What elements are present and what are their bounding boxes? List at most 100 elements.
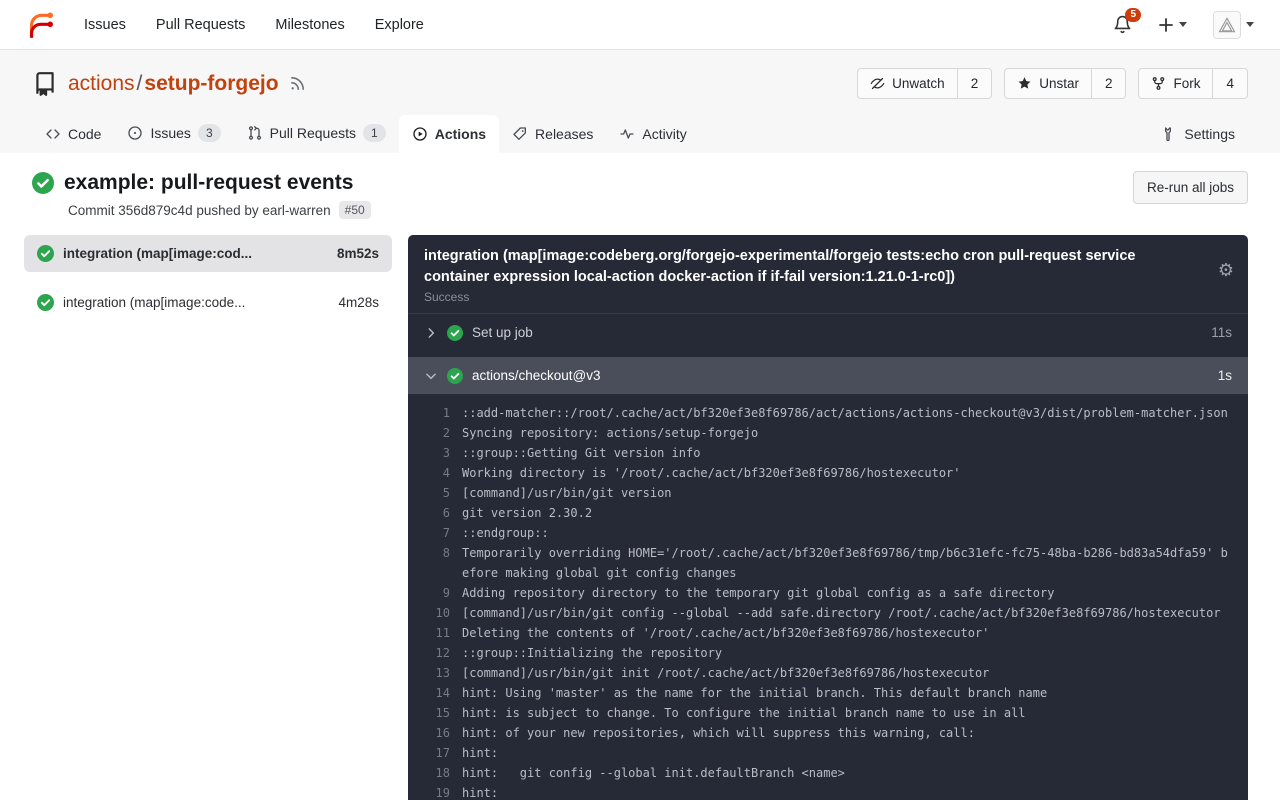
notification-count-badge: 5 bbox=[1125, 8, 1141, 22]
tab-issues[interactable]: Issues 3 bbox=[114, 113, 233, 153]
commit-text[interactable]: Commit 356d879c4d pushed by earl-warren bbox=[68, 203, 331, 218]
log-line: 3 ::group::Getting Git version info bbox=[408, 443, 1232, 463]
tab-label: Releases bbox=[535, 126, 593, 142]
log-line: 1 ::add-matcher::/root/.cache/act/bf320e… bbox=[408, 403, 1232, 423]
tab-actions[interactable]: Actions bbox=[399, 115, 499, 153]
chevron-down-icon bbox=[1179, 22, 1187, 27]
log-line-text: hint: Using 'master' as the name for the… bbox=[450, 683, 1047, 703]
run-title: example: pull-request events bbox=[64, 171, 353, 195]
log-line-text: ::group::Initializing the repository bbox=[450, 643, 722, 663]
nav-menu-item[interactable]: Pull Requests bbox=[156, 17, 245, 33]
job-item[interactable]: integration (map[image:cod... 8m52s bbox=[24, 235, 392, 272]
log-line-number: 18 bbox=[408, 763, 450, 783]
log-line-number: 15 bbox=[408, 703, 450, 723]
watch-count[interactable]: 2 bbox=[957, 69, 992, 98]
repo-icon bbox=[32, 71, 58, 97]
rss-icon[interactable] bbox=[289, 75, 306, 92]
actions-run-page: example: pull-request events Commit 356d… bbox=[0, 153, 1280, 800]
log-line: 6 git version 2.30.2 bbox=[408, 503, 1232, 523]
rerun-all-jobs-button[interactable]: Re-run all jobs bbox=[1133, 171, 1248, 204]
create-new-dropdown[interactable] bbox=[1158, 17, 1187, 33]
activity-pulse-icon bbox=[619, 126, 635, 142]
log-line-text: hint: of your new repositories, which wi… bbox=[450, 723, 975, 743]
log-line-text: Working directory is '/root/.cache/act/b… bbox=[450, 463, 961, 483]
repo-header-zone: actions/setup-forgejo Unwatch 2 bbox=[0, 50, 1280, 153]
star-label: Unstar bbox=[1039, 76, 1079, 91]
issues-count-badge: 3 bbox=[198, 124, 221, 142]
nav-menu-item[interactable]: Explore bbox=[375, 17, 424, 33]
job-item[interactable]: integration (map[image:code... 4m28s bbox=[24, 284, 392, 321]
log-line: 11 Deleting the contents of '/root/.cach… bbox=[408, 623, 1232, 643]
pull-requests-count-badge: 1 bbox=[363, 124, 386, 142]
log-line: 10 [command]/usr/bin/git config --global… bbox=[408, 603, 1232, 623]
user-menu-dropdown[interactable] bbox=[1213, 11, 1254, 39]
nav-menu-item[interactable]: Issues bbox=[84, 17, 126, 33]
tab-code[interactable]: Code bbox=[32, 115, 114, 153]
log-line-text: git version 2.30.2 bbox=[450, 503, 592, 523]
repo-action-buttons: Unwatch 2 Unstar 2 bbox=[857, 68, 1248, 99]
log-line-number: 9 bbox=[408, 583, 450, 603]
repo-name-link[interactable]: setup-forgejo bbox=[144, 72, 278, 95]
log-line-number: 17 bbox=[408, 743, 450, 763]
log-job-title: integration (map[image:codeberg.org/forg… bbox=[424, 246, 1232, 287]
watch-label: Unwatch bbox=[892, 76, 945, 91]
log-line-text: ::add-matcher::/root/.cache/act/bf320ef3… bbox=[450, 403, 1228, 423]
star-button[interactable]: Unstar 2 bbox=[1004, 68, 1126, 99]
job-name: integration (map[image:code... bbox=[63, 295, 245, 310]
job-list: integration (map[image:cod... 8m52s inte… bbox=[24, 235, 392, 321]
log-line-text: [command]/usr/bin/git init /root/.cache/… bbox=[450, 663, 989, 683]
job-name: integration (map[image:cod... bbox=[63, 246, 252, 261]
log-line: 14 hint: Using 'master' as the name for … bbox=[408, 683, 1232, 703]
log-line: 5 [command]/usr/bin/git version bbox=[408, 483, 1232, 503]
step-success-icon bbox=[447, 325, 463, 341]
log-line-number: 6 bbox=[408, 503, 450, 523]
step-row[interactable]: actions/checkout@v3 1s bbox=[408, 357, 1248, 394]
log-line-text: ::endgroup:: bbox=[450, 523, 549, 543]
tab-label: Code bbox=[68, 126, 101, 142]
step-name: Set up job bbox=[472, 325, 533, 340]
repo-separator: / bbox=[137, 72, 143, 95]
fork-button[interactable]: Fork 4 bbox=[1138, 68, 1248, 99]
notifications-bell-icon[interactable]: 5 bbox=[1113, 15, 1132, 34]
top-navbar: Issues Pull Requests Milestones Explore … bbox=[0, 0, 1280, 50]
tab-activity[interactable]: Activity bbox=[606, 115, 699, 153]
repo-owner-link[interactable]: actions bbox=[68, 72, 135, 95]
run-title-block: example: pull-request events Commit 356d… bbox=[32, 171, 371, 219]
tab-releases[interactable]: Releases bbox=[499, 115, 606, 153]
fork-count[interactable]: 4 bbox=[1212, 69, 1247, 98]
log-line-text: hint: bbox=[450, 743, 498, 763]
log-job-status: Success bbox=[424, 290, 1232, 304]
nav-menu-item[interactable]: Milestones bbox=[275, 17, 344, 33]
log-line-text: Temporarily overriding HOME='/root/.cach… bbox=[450, 543, 1232, 583]
log-output: 1 ::add-matcher::/root/.cache/act/bf320e… bbox=[408, 394, 1248, 800]
log-line-number: 7 bbox=[408, 523, 450, 543]
tab-label: Activity bbox=[642, 126, 686, 142]
log-line: 12 ::group::Initializing the repository bbox=[408, 643, 1232, 663]
log-line-text: [command]/usr/bin/git version bbox=[450, 483, 672, 503]
tab-pull-requests[interactable]: Pull Requests 1 bbox=[234, 113, 399, 153]
log-settings-gear-icon[interactable]: ⚙ bbox=[1218, 261, 1234, 279]
log-line-text: ::group::Getting Git version info bbox=[450, 443, 700, 463]
fork-label: Fork bbox=[1173, 76, 1200, 91]
log-line-number: 5 bbox=[408, 483, 450, 503]
avatar bbox=[1213, 11, 1241, 39]
step-row[interactable]: Set up job 11s bbox=[408, 314, 1248, 351]
log-line: 13 [command]/usr/bin/git init /root/.cac… bbox=[408, 663, 1232, 683]
forgejo-logo-icon[interactable] bbox=[26, 9, 58, 41]
log-line-text: hint: git config --global init.defaultBr… bbox=[450, 763, 845, 783]
watch-button[interactable]: Unwatch 2 bbox=[857, 68, 992, 99]
log-line: 15 hint: is subject to change. To config… bbox=[408, 703, 1232, 723]
star-count[interactable]: 2 bbox=[1091, 69, 1126, 98]
pull-request-icon bbox=[247, 125, 263, 141]
tab-label: Issues bbox=[150, 125, 190, 141]
repo-title-row: actions/setup-forgejo Unwatch 2 bbox=[32, 68, 1248, 99]
nav-right: 5 bbox=[1113, 11, 1254, 39]
log-line-number: 1 bbox=[408, 403, 450, 423]
log-line-number: 14 bbox=[408, 683, 450, 703]
tag-icon bbox=[512, 126, 528, 142]
log-line-number: 13 bbox=[408, 663, 450, 683]
job-success-icon bbox=[37, 245, 54, 262]
tab-settings[interactable]: Settings bbox=[1148, 115, 1248, 153]
chevron-right-icon bbox=[424, 326, 438, 340]
log-line-number: 8 bbox=[408, 543, 450, 583]
